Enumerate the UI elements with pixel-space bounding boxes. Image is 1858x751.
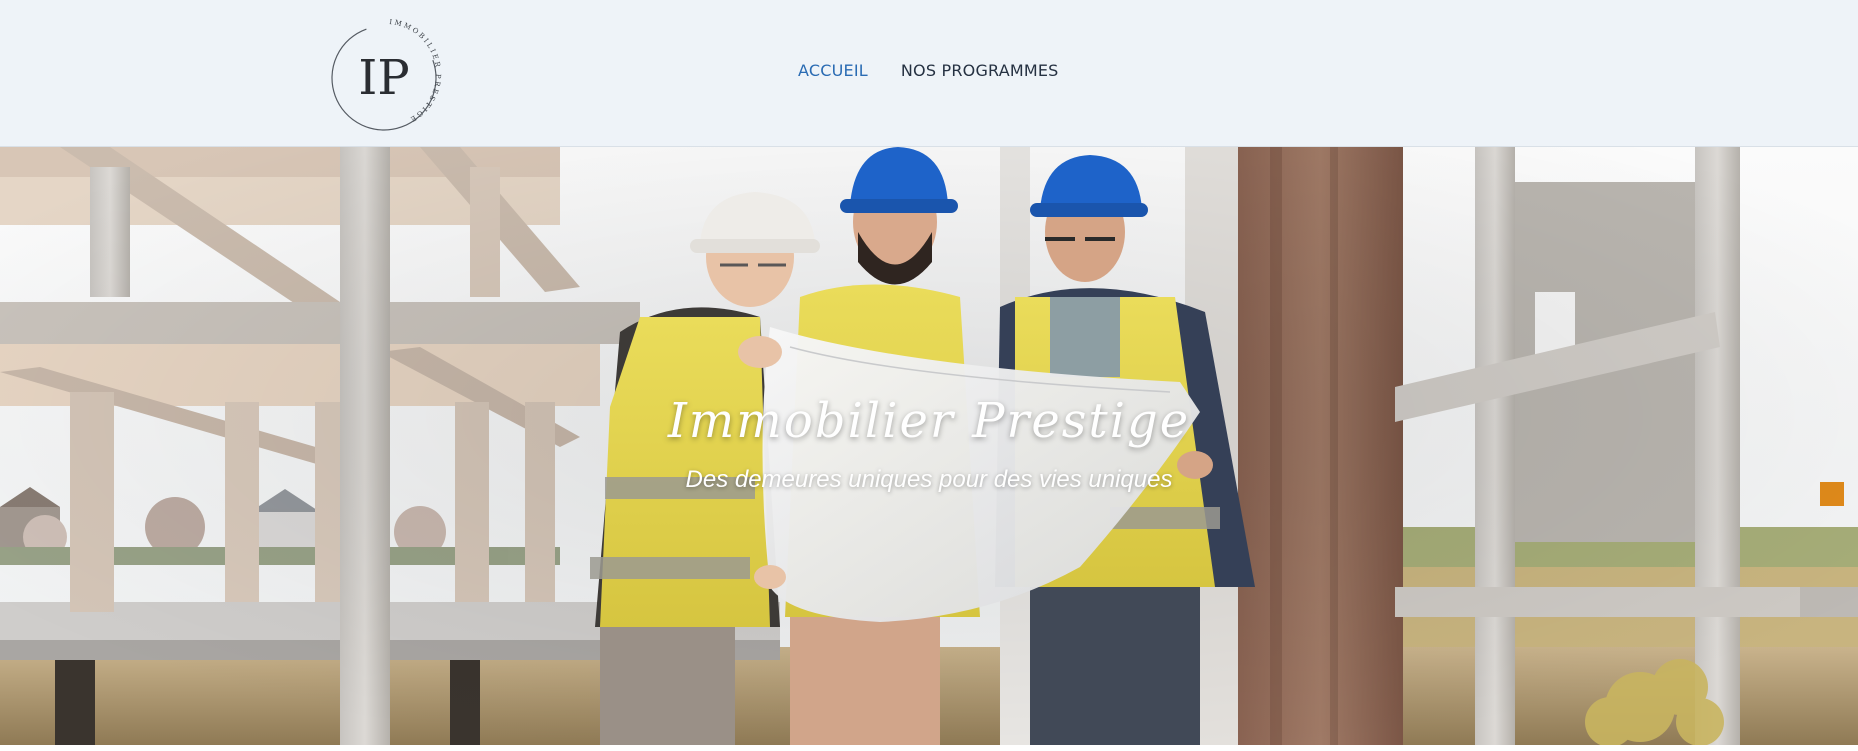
hero-banner: Immobilier Prestige Des demeures uniques… [0, 147, 1858, 745]
nav-link-accueil[interactable]: ACCUEIL [798, 61, 868, 80]
construction-site-photo [0, 147, 1858, 745]
logo-monogram: IP [358, 50, 409, 106]
monogram-logo-icon: IMMOBILIER PRESTIGE IP [331, 18, 440, 131]
page-bottom-strip [0, 745, 1858, 751]
page: IMMOBILIER PRESTIGE IP ACCUEIL NOS PROGR… [0, 0, 1858, 751]
main-nav: ACCUEIL NOS PROGRAMMES [798, 58, 1092, 82]
site-header: IMMOBILIER PRESTIGE IP ACCUEIL NOS PROGR… [0, 0, 1858, 147]
site-logo[interactable]: IMMOBILIER PRESTIGE IP [320, 8, 452, 140]
nav-link-nos-programmes[interactable]: NOS PROGRAMMES [901, 61, 1059, 80]
